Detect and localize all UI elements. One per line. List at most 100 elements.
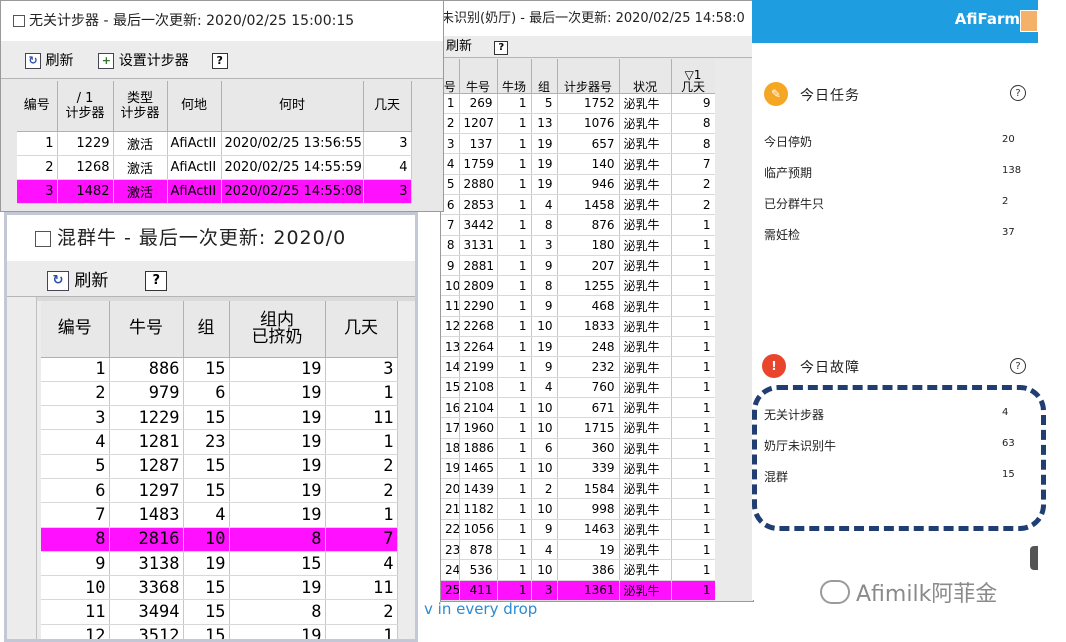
table-cell: 1 <box>671 356 716 378</box>
table-cell: 1 <box>325 381 398 407</box>
table-row[interactable]: 13 2264 1 19 248 泌乳牛 1 <box>441 336 716 358</box>
list-item[interactable]: 今日停奶 20 <box>764 133 1024 150</box>
table-row[interactable]: 6 2853 1 4 1458 泌乳牛 2 <box>441 194 716 216</box>
table-cell: 1076 <box>557 113 620 135</box>
table-row[interactable]: 21 1182 1 10 998 泌乳牛 1 <box>441 498 716 520</box>
faults-help-icon[interactable]: ? <box>1010 358 1026 374</box>
table-row[interactable]: 19 1465 1 10 339 泌乳牛 1 <box>441 458 716 480</box>
column-header[interactable]: 编号 <box>41 301 110 358</box>
unrelated-refresh-button[interactable]: ↻ 刷新 <box>25 42 73 78</box>
column-header[interactable]: 几天 <box>325 301 398 358</box>
column-header[interactable]: 何时 <box>221 81 364 132</box>
table-row[interactable]: 16 2104 1 10 671 泌乳牛 1 <box>441 397 716 419</box>
table-row[interactable]: 17 1960 1 10 1715 泌乳牛 1 <box>441 417 716 439</box>
table-row[interactable]: 25 411 1 3 1361 泌乳牛 1 <box>441 580 716 601</box>
table-row[interactable]: 2 979 6 19 1 <box>41 381 398 407</box>
column-header[interactable]: 组 <box>183 301 230 358</box>
table-row[interactable]: 4 1759 1 19 140 泌乳牛 7 <box>441 153 716 175</box>
unrelated-help-icon[interactable]: ? <box>211 53 228 69</box>
set-pedometer-button[interactable]: + 设置计步器 <box>98 42 189 78</box>
table-row[interactable]: 12 3512 15 19 1 <box>41 624 398 639</box>
tasks-help-icon[interactable]: ? <box>1010 85 1026 101</box>
column-header[interactable]: 何地 <box>167 81 222 132</box>
table-cell: 19 <box>229 624 326 639</box>
set-pedometer-label: 设置计步器 <box>118 53 189 69</box>
column-header[interactable]: 牛场 <box>497 59 532 94</box>
column-header[interactable]: 组内 已挤奶 <box>229 301 326 358</box>
table-row[interactable]: 3 137 1 19 657 泌乳牛 8 <box>441 133 716 155</box>
table-row[interactable]: 1 269 1 5 1752 泌乳牛 9 <box>441 93 716 114</box>
mixed-refresh-button[interactable]: ↻ 刷新 <box>47 263 109 296</box>
item-count: 37 <box>1002 227 1015 238</box>
table-row[interactable]: 4 1281 23 19 1 <box>41 429 398 455</box>
item-label: 已分群牛只 <box>764 197 825 211</box>
side-tab-handle[interactable] <box>1030 546 1038 570</box>
column-header[interactable]: 几天 <box>363 81 412 132</box>
table-cell: 1 <box>497 194 532 216</box>
table-cell: 泌乳牛 <box>619 377 672 398</box>
table-row[interactable]: 7 1483 4 19 1 <box>41 502 398 528</box>
table-row[interactable]: 22 1056 1 9 1463 泌乳牛 1 <box>441 519 716 541</box>
table-row[interactable]: 1 886 15 19 3 <box>41 357 398 382</box>
table-row[interactable]: 18 1886 1 6 360 泌乳牛 1 <box>441 438 716 459</box>
column-header[interactable]: / 1 计步器 <box>57 81 114 132</box>
table-cell: 泌乳牛 <box>619 194 672 216</box>
list-item[interactable]: 无关计步器 4 <box>764 406 1024 423</box>
item-count: 4 <box>1002 407 1009 418</box>
table-row[interactable]: 9 3138 19 15 4 <box>41 551 398 577</box>
table-row[interactable]: 8 2816 10 8 7 <box>41 527 398 552</box>
table-cell: 2 <box>671 174 716 195</box>
table-row[interactable]: 2 1268 激活 AfiActII 2020/02/25 14:55:59 4 <box>17 155 412 180</box>
table-cell: 19 <box>441 458 460 480</box>
table-row[interactable]: 20 1439 1 2 1584 泌乳牛 1 <box>441 478 716 500</box>
table-cell: 1281 <box>109 429 184 455</box>
table-row[interactable]: 8 3131 1 3 180 泌乳牛 1 <box>441 235 716 256</box>
table-cell: 1 <box>497 519 532 541</box>
table-row[interactable]: 10 3368 15 19 11 <box>41 575 398 601</box>
list-item[interactable]: 需妊检 37 <box>764 226 1024 243</box>
column-header[interactable]: 编号 <box>17 81 58 132</box>
mixed-refresh-label: 刷新 <box>74 271 109 291</box>
list-item[interactable]: 已分群牛只 2 <box>764 195 1024 212</box>
table-row[interactable]: 9 2881 1 9 207 泌乳牛 1 <box>441 255 716 277</box>
list-item[interactable]: 临产预期 138 <box>764 164 1024 181</box>
list-item[interactable]: 混群 15 <box>764 468 1024 485</box>
column-header[interactable]: 状况 <box>619 59 672 94</box>
table-row[interactable]: 5 1287 15 19 2 <box>41 454 398 479</box>
app-header: AfiFarm <box>752 0 1038 43</box>
column-header[interactable]: ▽1 几天 <box>671 59 716 94</box>
table-cell: 886 <box>109 357 184 382</box>
table-cell: 1458 <box>557 194 620 216</box>
table-cell: 泌乳牛 <box>619 356 672 378</box>
parlor-window-title: 未识别(奶厅) - 最后一次更新: 2020/02/25 14:58:0 <box>441 1 753 36</box>
table-cell: 1 <box>497 559 532 581</box>
table-row[interactable]: 2 1207 1 13 1076 泌乳牛 8 <box>441 113 716 135</box>
column-header[interactable]: 组 <box>531 59 558 94</box>
table-row[interactable]: 3 1482 激活 AfiActII 2020/02/25 14:55:08 3 <box>17 179 412 204</box>
table-cell: 1463 <box>557 519 620 541</box>
table-row[interactable]: 6 1297 15 19 2 <box>41 478 398 504</box>
table-row[interactable]: 11 3494 15 8 2 <box>41 599 398 625</box>
table-row[interactable]: 7 3442 1 8 876 泌乳牛 1 <box>441 214 716 236</box>
table-row[interactable]: 23 878 1 4 19 泌乳牛 1 <box>441 539 716 561</box>
parlor-help-icon[interactable]: ? <box>494 41 509 55</box>
table-row[interactable]: 10 2809 1 8 1255 泌乳牛 1 <box>441 275 716 297</box>
table-row[interactable]: 12 2268 1 10 1833 泌乳牛 1 <box>441 316 716 338</box>
column-header[interactable]: 计步器号 <box>557 59 620 94</box>
mixed-help-icon[interactable]: ? <box>145 271 168 291</box>
table-row[interactable]: 24 536 1 10 386 泌乳牛 1 <box>441 559 716 581</box>
parlor-refresh-button[interactable]: 刷新 <box>446 36 472 57</box>
table-row[interactable]: 14 2199 1 9 232 泌乳牛 1 <box>441 356 716 378</box>
column-header[interactable]: 牛号 <box>459 59 498 94</box>
table-cell: 876 <box>557 214 620 236</box>
list-item[interactable]: 奶厅未识别牛 63 <box>764 437 1024 454</box>
column-header[interactable]: 类型 计步器 <box>113 81 168 132</box>
table-row[interactable]: 1 1229 激活 AfiActII 2020/02/25 13:56:55 3 <box>17 131 412 156</box>
table-cell: 7 <box>671 153 716 175</box>
column-header[interactable]: 牛号 <box>109 301 184 358</box>
table-row[interactable]: 11 2290 1 9 468 泌乳牛 1 <box>441 295 716 317</box>
table-row[interactable]: 5 2880 1 19 946 泌乳牛 2 <box>441 174 716 195</box>
row-header-strip <box>7 297 37 639</box>
table-row[interactable]: 3 1229 15 19 11 <box>41 405 398 431</box>
table-row[interactable]: 15 2108 1 4 760 泌乳牛 1 <box>441 377 716 398</box>
